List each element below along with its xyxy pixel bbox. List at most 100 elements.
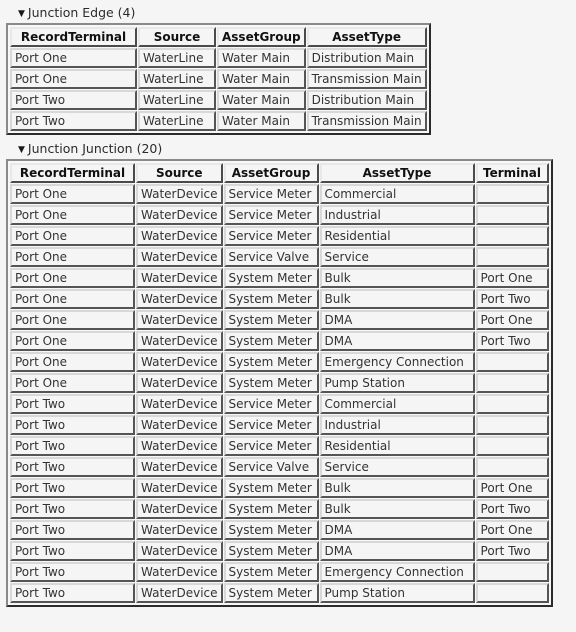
collapse-triangle-icon[interactable]: ▼ <box>18 7 25 21</box>
table-row[interactable]: Port One WaterDevice System Meter Emergency… <box>10 352 549 372</box>
cell-terminal <box>475 457 549 477</box>
cell-source: WaterDevice <box>136 184 223 204</box>
cell-assettype: Distribution Main <box>306 48 427 68</box>
collapse-triangle-icon[interactable]: ▼ <box>18 143 25 157</box>
table-row[interactable]: Port Two WaterDevice System Meter DMA Port O… <box>10 520 549 540</box>
table-row[interactable]: Port Two WaterDevice System Meter Bulk Port … <box>10 499 549 519</box>
table-row[interactable]: Port One WaterDevice Service Valve Service <box>10 247 549 267</box>
cell-recordterminal: Port One <box>10 289 135 309</box>
table-row[interactable]: Port Two WaterDevice System Meter Emergency… <box>10 562 549 582</box>
column-header-source[interactable]: Source <box>138 27 216 47</box>
cell-source: WaterDevice <box>136 226 223 246</box>
cell-terminal: Port Two <box>475 331 549 351</box>
cell-terminal <box>475 583 549 603</box>
cell-terminal: Port One <box>475 268 549 288</box>
table-row[interactable]: Port One WaterDevice Service Meter Commerci… <box>10 184 549 204</box>
table-row[interactable]: Port Two WaterDevice System Meter DMA Port T… <box>10 541 549 561</box>
cell-assettype: Service <box>319 457 475 477</box>
table-row[interactable]: Port Two WaterDevice Service Meter Industri… <box>10 415 549 435</box>
cell-recordterminal: Port One <box>10 184 135 204</box>
column-header-assettype[interactable]: AssetType <box>319 163 475 183</box>
column-header-assetgroup[interactable]: AssetGroup <box>217 27 306 47</box>
column-header-recordterminal[interactable]: RecordTerminal <box>10 163 135 183</box>
cell-assettype: DMA <box>319 331 475 351</box>
column-header-assetgroup[interactable]: AssetGroup <box>223 163 319 183</box>
cell-assettype: Emergency Connection <box>319 562 475 582</box>
cell-recordterminal: Port Two <box>10 111 137 131</box>
cell-recordterminal: Port One <box>10 69 137 89</box>
cell-assettype: DMA <box>319 310 475 330</box>
cell-assetgroup: Service Meter <box>223 436 319 456</box>
cell-assettype: Pump Station <box>319 583 475 603</box>
cell-assettype: Commercial <box>319 184 475 204</box>
table-row[interactable]: Port One WaterDevice System Meter Bulk Port … <box>10 268 549 288</box>
table-head: RecordTerminal Source AssetGroup AssetTy… <box>10 27 427 47</box>
table-row[interactable]: Port One WaterDevice System Meter DMA Port O… <box>10 310 549 330</box>
cell-terminal <box>475 394 549 414</box>
cell-assetgroup: System Meter <box>223 478 319 498</box>
cell-assetgroup: Water Main <box>217 69 306 89</box>
cell-assetgroup: System Meter <box>223 373 319 393</box>
cell-recordterminal: Port Two <box>10 541 135 561</box>
table-row[interactable]: Port Two WaterDevice Service Meter Resident… <box>10 436 549 456</box>
cell-terminal: Port One <box>475 478 549 498</box>
cell-terminal <box>475 205 549 225</box>
cell-source: WaterDevice <box>136 247 223 267</box>
cell-terminal <box>475 247 549 267</box>
cell-assetgroup: Service Meter <box>223 205 319 225</box>
cell-assettype: Bulk <box>319 499 475 519</box>
table-row[interactable]: Port One WaterDevice System Meter DMA Port T… <box>10 331 549 351</box>
cell-source: WaterDevice <box>136 499 223 519</box>
cell-terminal <box>475 184 549 204</box>
table-row[interactable]: Port Two WaterLine Water Main Transmission … <box>10 111 427 131</box>
cell-source: WaterLine <box>138 69 216 89</box>
cell-terminal <box>475 373 549 393</box>
cell-recordterminal: Port Two <box>10 583 135 603</box>
table-body: Port One WaterLine Water Main Distribution … <box>10 48 427 131</box>
cell-terminal <box>475 352 549 372</box>
table-row[interactable]: Port One WaterDevice System Meter Bulk Port … <box>10 289 549 309</box>
section-junction-edge: ▼ Junction Edge (4) RecordTerminal Source… <box>6 4 570 138</box>
table-container-junction-junction: RecordTerminal Source AssetGroup AssetTy… <box>6 159 553 607</box>
table-container-junction-edge: RecordTerminal Source AssetGroup AssetTy… <box>6 23 431 135</box>
cell-source: WaterDevice <box>136 541 223 561</box>
cell-recordterminal: Port One <box>10 247 135 267</box>
cell-source: WaterDevice <box>136 268 223 288</box>
column-header-assettype[interactable]: AssetType <box>306 27 427 47</box>
table-row[interactable]: Port One WaterDevice Service Meter Resident… <box>10 226 549 246</box>
column-header-source[interactable]: Source <box>136 163 223 183</box>
cell-source: WaterDevice <box>136 562 223 582</box>
table-row[interactable]: Port One WaterLine Water Main Distribution … <box>10 48 427 68</box>
cell-source: WaterLine <box>138 111 216 131</box>
cell-assettype: Residential <box>319 436 475 456</box>
column-header-terminal[interactable]: Terminal <box>475 163 549 183</box>
table-row[interactable]: Port Two WaterDevice System Meter Bulk Port … <box>10 478 549 498</box>
table-row[interactable]: Port Two WaterDevice System Meter Pump Stat… <box>10 583 549 603</box>
section-header-junction-edge[interactable]: ▼ Junction Edge (4) <box>6 4 570 23</box>
cell-assettype: Bulk <box>319 268 475 288</box>
header-row: RecordTerminal Source AssetGroup AssetTy… <box>10 163 549 183</box>
table-junction-junction: RecordTerminal Source AssetGroup AssetTy… <box>9 162 550 604</box>
table-row[interactable]: Port One WaterDevice Service Meter Industri… <box>10 205 549 225</box>
cell-assetgroup: Service Meter <box>223 226 319 246</box>
column-header-recordterminal[interactable]: RecordTerminal <box>10 27 137 47</box>
cell-source: WaterDevice <box>136 583 223 603</box>
cell-assetgroup: System Meter <box>223 541 319 561</box>
cell-assettype: DMA <box>319 520 475 540</box>
cell-terminal <box>475 562 549 582</box>
table-row[interactable]: Port Two WaterDevice Service Valve Service <box>10 457 549 477</box>
cell-source: WaterDevice <box>136 205 223 225</box>
table-row[interactable]: Port One WaterDevice System Meter Pump Stat… <box>10 373 549 393</box>
table-row[interactable]: Port Two WaterDevice Service Meter Commerci… <box>10 394 549 414</box>
section-title-text: Junction Junction (20) <box>27 141 163 156</box>
cell-terminal: Port Two <box>475 541 549 561</box>
table-row[interactable]: Port Two WaterLine Water Main Distribution … <box>10 90 427 110</box>
cell-assettype: Pump Station <box>319 373 475 393</box>
cell-assetgroup: System Meter <box>223 352 319 372</box>
cell-assettype: Emergency Connection <box>319 352 475 372</box>
cell-assetgroup: System Meter <box>223 583 319 603</box>
cell-terminal: Port One <box>475 520 549 540</box>
section-header-junction-junction[interactable]: ▼ Junction Junction (20) <box>6 140 570 159</box>
cell-recordterminal: Port Two <box>10 478 135 498</box>
table-row[interactable]: Port One WaterLine Water Main Transmission … <box>10 69 427 89</box>
